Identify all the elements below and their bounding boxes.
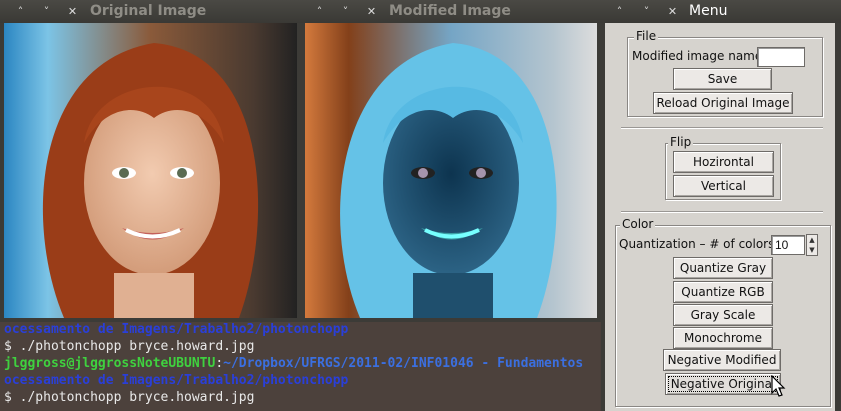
negative-modified-button[interactable]: Negative Modified	[663, 349, 781, 371]
menu-window: ˄ ˅ ✕ Menu File Modified image name: Sav…	[601, 0, 841, 411]
modified-photo-drawing	[305, 23, 597, 318]
vertical-flip-button[interactable]: Vertical	[673, 175, 774, 197]
terminal-text: $ ./photonchopp bryce.howard.jpg	[4, 390, 255, 405]
separator	[621, 211, 823, 213]
quantize-rgb-button[interactable]: Quantize RGB	[673, 281, 773, 303]
close-icon[interactable]: ✕	[363, 3, 380, 20]
minimize-icon[interactable]: ˅	[337, 3, 354, 20]
close-icon[interactable]: ✕	[64, 3, 81, 20]
window-title: Modified Image	[389, 3, 511, 19]
flip-legend: Flip	[668, 135, 694, 149]
terminal-text: ocessamento de Imagens/Trabalho2/photonc…	[4, 373, 349, 388]
minimize-icon[interactable]: ˅	[638, 3, 655, 20]
modified-photo	[305, 23, 597, 318]
terminal-line: ocessamento de Imagens/Trabalho2/photonc…	[4, 372, 600, 389]
window-title: Original Image	[90, 3, 207, 19]
maximize-icon[interactable]: ˄	[12, 3, 29, 20]
modified-image-window: ˄ ˅ ✕ Modified Image	[301, 0, 601, 322]
original-image-window: ˄ ˅ ✕ Original Image	[0, 0, 301, 322]
terminal-line: $ ./photonchopp bryce.howard.jpg	[4, 389, 600, 406]
maximize-icon[interactable]: ˄	[311, 3, 328, 20]
separator	[621, 127, 823, 129]
modified-name-label: Modified image name:	[632, 49, 767, 63]
terminal-text: ~/Dropbox/UFRGS/2011-02/INF01046 - Funda…	[223, 356, 584, 371]
original-photo-drawing	[4, 23, 297, 318]
terminal-text: ocessamento de Imagens/Trabalho2/photonc…	[4, 322, 349, 337]
original-photo	[4, 23, 297, 318]
menu-titlebar[interactable]: ˄ ˅ ✕ Menu	[601, 0, 841, 23]
gray-scale-button[interactable]: Gray Scale	[673, 304, 773, 326]
terminal-line: ocessamento de Imagens/Trabalho2/photonc…	[4, 321, 600, 338]
quantization-spinner[interactable]: ▲ ▼	[806, 234, 818, 256]
monochrome-button[interactable]: Monochrome	[673, 327, 773, 349]
terminal-output: ocessamento de Imagens/Trabalho2/photonc…	[0, 318, 600, 411]
original-titlebar[interactable]: ˄ ˅ ✕ Original Image	[0, 0, 301, 23]
reload-original-button[interactable]: Reload Original Image	[653, 92, 793, 114]
minimize-icon[interactable]: ˅	[38, 3, 55, 20]
file-legend: File	[634, 29, 659, 43]
terminal-text: jlggross@jlggrossNoteUBUNTU	[4, 356, 216, 371]
negative-original-button[interactable]: Negative Original	[665, 373, 781, 395]
quantization-colors-input[interactable]	[771, 235, 805, 255]
close-icon[interactable]: ✕	[664, 3, 681, 20]
modified-titlebar[interactable]: ˄ ˅ ✕ Modified Image	[301, 0, 601, 23]
modified-name-input[interactable]	[757, 47, 805, 67]
quantize-gray-button[interactable]: Quantize Gray	[673, 257, 773, 279]
terminal-line: jlggross@jlggrossNoteUBUNTU:~/Dropbox/UF…	[4, 355, 600, 372]
terminal-text: :	[215, 356, 224, 371]
terminal-line: $ ./photonchopp bryce.howard.jpg	[4, 338, 600, 355]
mouse-cursor-icon	[771, 375, 786, 397]
save-button[interactable]: Save	[673, 68, 772, 90]
maximize-icon[interactable]: ˄	[611, 3, 628, 20]
menu-panel: File Modified image name: Save Reload Or…	[605, 23, 835, 411]
quantization-label: Quantization – # of colors:	[619, 237, 779, 251]
horizontal-flip-button[interactable]: Hozirontal	[673, 151, 774, 173]
terminal-text: $ ./photonchopp bryce.howard.jpg	[4, 339, 255, 354]
window-title: Menu	[689, 3, 728, 19]
color-legend: Color	[620, 217, 656, 231]
